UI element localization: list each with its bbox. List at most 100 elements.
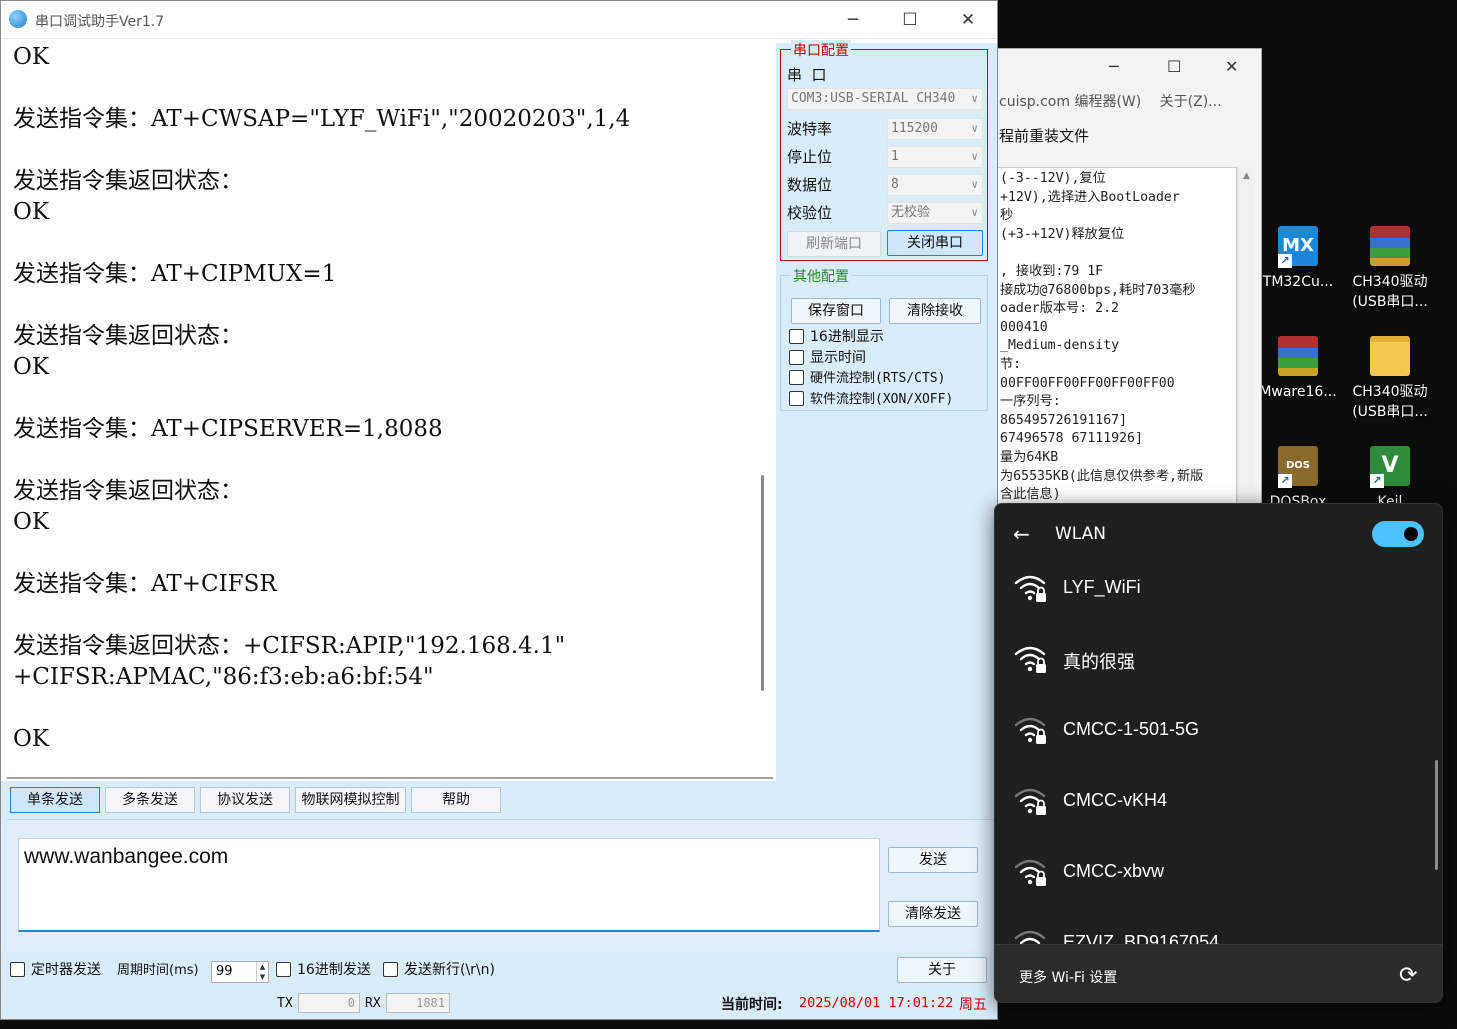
receive-line: OK xyxy=(13,354,50,380)
wifi-secured-icon xyxy=(1014,788,1046,815)
wifi-network-item[interactable]: CMCC-1-501-5G xyxy=(995,702,1435,762)
port-value: COM3:USB-SERIAL CH340 xyxy=(791,91,956,106)
data-bits-select[interactable]: 8 ∨ xyxy=(887,174,983,196)
parity-select[interactable]: 无校验 ∨ xyxy=(887,202,983,224)
receive-area[interactable]: OK 发送指令集：AT+CWSAP="LYF_WiFi","20020203",… xyxy=(7,43,753,779)
checkbox-box[interactable] xyxy=(383,962,398,977)
rx-counter: 1881 xyxy=(386,993,450,1013)
send-area: 单条发送 多条发送 协议发送 物联网模拟控制 帮助 www.wanbangee.… xyxy=(1,781,997,1019)
hardware-flow-checkbox[interactable]: 硬件流控制(RTS/CTS) xyxy=(789,370,945,388)
checkbox-box[interactable] xyxy=(789,350,804,365)
port-select[interactable]: COM3:USB-SERIAL CH340 ∨ xyxy=(787,88,983,110)
timer-send-checkbox[interactable]: 定时器发送 xyxy=(10,961,101,979)
tab-iot-control[interactable]: 物联网模拟控制 xyxy=(295,787,406,813)
maximize-button[interactable]: ☐ xyxy=(1167,57,1181,76)
refresh-icon[interactable]: ⟳ xyxy=(1399,963,1417,988)
stop-bits-select[interactable]: 1 ∨ xyxy=(887,146,983,168)
software-flow-checkbox[interactable]: 软件流控制(XON/XOFF) xyxy=(789,391,953,409)
desktop-icon-vmware-archive[interactable]: Mware16... xyxy=(1250,336,1346,402)
status-bar: TX 0 RX 1881 当前时间: 2025/08/01 17:01:22 周… xyxy=(1,989,997,1019)
stepper-arrows-icon[interactable]: ▲ ▼ xyxy=(256,962,268,982)
serial-config-title: 串口配置 xyxy=(791,40,851,60)
scroll-up-icon[interactable]: ▲ xyxy=(1238,171,1255,181)
checkbox-label: 软件流控制(XON/XOFF) xyxy=(810,392,954,407)
wifi-secured-icon xyxy=(1014,859,1046,886)
about-button[interactable]: 关于 xyxy=(897,957,987,983)
receive-line: OK xyxy=(13,509,50,535)
wifi-network-item[interactable]: CMCC-vKH4 xyxy=(995,773,1435,833)
toggle-knob xyxy=(1404,527,1418,541)
send-input[interactable]: www.wanbangee.com xyxy=(18,838,880,932)
refresh-port-button[interactable]: 刷新端口 xyxy=(787,231,881,257)
checkbox-label: 发送新行(\r\n) xyxy=(404,962,495,978)
close-button[interactable]: ✕ xyxy=(945,5,991,35)
receive-line: OK xyxy=(13,44,50,70)
checkbox-label: 16进制发送 xyxy=(297,962,371,978)
wlan-flyout: ← WLAN LYF_WiFi 真的很强 CMCC-1-501-5G CMCC-… xyxy=(994,503,1443,1003)
wifi-network-item[interactable]: CMCC-xbvw xyxy=(995,844,1435,904)
rx-label: RX xyxy=(365,996,381,1011)
baud-select[interactable]: 115200 ∨ xyxy=(887,118,983,140)
receive-line: 发送指令集：AT+CIFSR xyxy=(13,571,277,597)
checkbox-label: 显示时间 xyxy=(810,350,866,366)
scrollbar-thumb[interactable] xyxy=(761,475,764,691)
minimize-button[interactable]: ─ xyxy=(830,5,876,35)
chevron-down-icon: ∨ xyxy=(971,178,978,191)
chevron-down-icon: ∨ xyxy=(971,92,978,105)
desktop-icon-ch340-archive[interactable]: CH340驱动 (USB串口... xyxy=(1342,226,1438,312)
desktop-icon-ch340-folder[interactable]: CH340驱动 (USB串口... xyxy=(1342,336,1438,422)
checkbox-box[interactable] xyxy=(10,962,25,977)
back-arrow-icon[interactable]: ← xyxy=(1013,522,1030,546)
checkbox-box[interactable] xyxy=(276,962,291,977)
receive-line: 发送指令集：AT+CIPMUX=1 xyxy=(13,261,337,287)
tab-single-send[interactable]: 单条发送 xyxy=(10,787,100,813)
send-newline-checkbox[interactable]: 发送新行(\r\n) xyxy=(383,961,495,979)
close-port-button[interactable]: 关闭串口 xyxy=(887,230,983,256)
menu-item[interactable]: 关于(Z)... xyxy=(1160,94,1222,110)
desktop-icon-stm32cube[interactable]: MX ↗ TM32Cu... xyxy=(1250,226,1346,292)
tx-label: TX xyxy=(277,996,293,1011)
more-wifi-settings-link[interactable]: 更多 Wi-Fi 设置 xyxy=(1019,967,1117,987)
baud-value: 115200 xyxy=(891,121,938,136)
wlan-title: WLAN xyxy=(1055,524,1107,544)
hex-send-checkbox[interactable]: 16进制发送 xyxy=(276,961,371,979)
desktop-icon-label: TM32Cu... xyxy=(1262,274,1334,290)
wlan-footer: 更多 Wi-Fi 设置 ⟳ xyxy=(995,944,1442,1002)
network-name: 真的很强 xyxy=(1063,652,1135,672)
save-window-button[interactable]: 保存窗口 xyxy=(791,298,881,324)
hex-display-checkbox[interactable]: 16进制显示 xyxy=(789,328,884,346)
wifi-toggle[interactable] xyxy=(1372,521,1424,547)
checkbox-box[interactable] xyxy=(789,329,804,344)
tx-counter: 0 xyxy=(298,993,360,1013)
serial-config-group: 串口配置 串 口 COM3:USB-SERIAL CH340 ∨ 波特率 1152… xyxy=(780,40,988,261)
minimize-button[interactable]: ─ xyxy=(1109,57,1119,76)
tab-help[interactable]: 帮助 xyxy=(411,787,501,813)
maximize-button[interactable]: ☐ xyxy=(887,5,933,35)
checkbox-box[interactable] xyxy=(789,370,804,385)
wifi-secured-icon xyxy=(1014,575,1046,602)
clear-send-button[interactable]: 清除发送 xyxy=(888,901,978,927)
wifi-network-item[interactable]: 真的很强 xyxy=(995,631,1435,691)
checkbox-label: 16进制显示 xyxy=(810,329,884,345)
other-config-group: 其他配置 保存窗口 清除接收 16进制显示 显示时间 硬件流控制(RTS/CTS… xyxy=(780,266,988,411)
desktop-icon-label: Mware16... xyxy=(1259,384,1337,400)
stop-bits-label: 停止位 xyxy=(787,148,833,166)
flasher-window[interactable]: ─ ☐ ✕ cuisp.com 编程器(W) 关于(Z)... 程前重装文件 (… xyxy=(996,48,1262,523)
wifi-network-item[interactable]: LYF_WiFi xyxy=(995,560,1435,620)
flasher-scrollbar[interactable]: ▲ xyxy=(1237,167,1255,522)
period-stepper[interactable]: 99 ▲ ▼ xyxy=(211,961,269,983)
clear-receive-button[interactable]: 清除接收 xyxy=(889,298,981,324)
wlan-scrollbar[interactable] xyxy=(1435,760,1438,870)
close-button[interactable]: ✕ xyxy=(1225,57,1238,76)
keil-icon: V ↗ xyxy=(1370,446,1410,488)
wlan-header: ← WLAN xyxy=(995,504,1442,566)
checkbox-box[interactable] xyxy=(789,391,804,406)
tab-multi-send[interactable]: 多条发送 xyxy=(105,787,195,813)
time-label: 当前时间: xyxy=(721,997,783,1013)
show-time-checkbox[interactable]: 显示时间 xyxy=(789,349,866,367)
flasher-option-label[interactable]: 程前重装文件 xyxy=(997,117,1261,159)
send-button[interactable]: 发送 xyxy=(888,847,978,873)
receive-scrollbar[interactable] xyxy=(753,43,773,779)
menu-item[interactable]: cuisp.com 编程器(W) xyxy=(999,94,1141,110)
tab-protocol-send[interactable]: 协议发送 xyxy=(200,787,290,813)
